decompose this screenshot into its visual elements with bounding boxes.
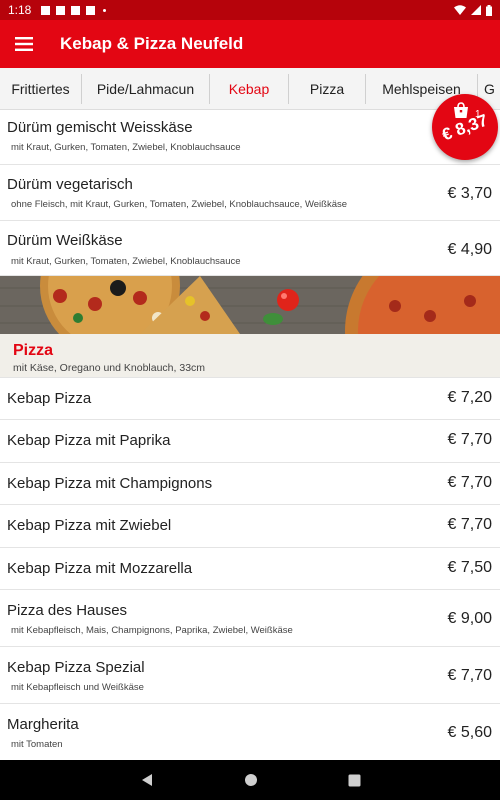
system-navigation-bar — [0, 760, 500, 800]
item-description: mit Tomaten — [11, 739, 63, 750]
item-description: mit Kebapfleisch, Mais, Champignons, Pap… — [11, 625, 293, 636]
item-price: € 9,00 — [447, 610, 492, 627]
item-price: € 7,70 — [447, 474, 492, 491]
item-description: mit Kraut, Gurken, Tomaten, Zwiebel, Kno… — [11, 256, 241, 267]
status-bar: 1:18 — [0, 0, 500, 20]
item-name: Dürüm gemischt Weisskäse — [7, 119, 193, 136]
recents-icon[interactable] — [348, 774, 361, 787]
item-name: Pizza des Hauses — [7, 602, 128, 619]
wifi-icon — [454, 5, 466, 15]
item-description: mit Kraut, Gurken, Tomaten, Zwiebel, Kno… — [11, 142, 241, 153]
item-name: Kebap Pizza mit Mozzarella — [7, 560, 193, 577]
notification-icons — [41, 5, 107, 15]
tab-pide-lahmacun[interactable]: Pide/Lahmacun — [82, 73, 210, 104]
item-name: Kebap Pizza mit Zwiebel — [7, 517, 172, 534]
more-notifications-icon — [103, 8, 107, 12]
pizza-banner-image — [0, 276, 500, 334]
menu-item[interactable]: Dürüm Weißkäse mit Kraut, Gurken, Tomate… — [0, 221, 500, 276]
item-price: € 3,70 — [447, 185, 492, 202]
menu-button[interactable] — [0, 20, 48, 68]
category-tabs: Frittiertes Pide/Lahmacun Kebap Pizza Me… — [0, 68, 500, 110]
tab-frittiertes[interactable]: Frittiertes — [0, 73, 82, 104]
item-name: Kebap Pizza mit Champignons — [7, 475, 213, 492]
section-description: mit Käse, Oregano und Knoblauch, 33cm — [13, 362, 206, 374]
signal-icon — [471, 5, 481, 15]
tab-kebap[interactable]: Kebap — [210, 73, 289, 104]
item-name: Kebap Pizza Spezial — [7, 659, 145, 676]
menu-item[interactable]: Margherita mit Tomaten € 5,60 — [0, 704, 500, 761]
home-icon[interactable] — [244, 773, 258, 787]
menu-item[interactable]: Kebap Pizza mit Mozzarella € 7,50 — [0, 548, 500, 590]
hamburger-menu-icon — [15, 37, 33, 51]
cart-button[interactable]: 1 € 8,37 — [432, 94, 498, 160]
item-price: € 7,70 — [447, 431, 492, 448]
menu-item[interactable]: Kebap Pizza mit Zwiebel € 7,70 — [0, 505, 500, 548]
item-price: € 4,90 — [447, 241, 492, 258]
item-price: € 7,50 — [447, 559, 492, 576]
notification-icon — [71, 5, 81, 15]
app-bar: Kebap & Pizza Neufeld — [0, 20, 500, 68]
menu-item[interactable]: Kebap Pizza mit Champignons € 7,70 — [0, 463, 500, 505]
menu-item[interactable]: Dürüm gemischt Weisskäse mit Kraut, Gurk… — [0, 110, 500, 165]
item-name: Kebap Pizza — [7, 390, 92, 407]
menu-item[interactable]: Kebap Pizza € 7,20 — [0, 378, 500, 420]
status-time: 1:18 — [8, 3, 32, 17]
item-name: Dürüm vegetarisch — [7, 176, 133, 193]
notification-icon — [86, 5, 96, 15]
back-icon[interactable] — [140, 773, 154, 787]
menu-item[interactable]: Kebap Pizza mit Paprika € 7,70 — [0, 420, 500, 463]
menu-item[interactable]: Pizza des Hauses mit Kebapfleisch, Mais,… — [0, 590, 500, 647]
section-title: Pizza — [13, 342, 54, 359]
item-price: € 5,60 — [447, 724, 492, 741]
item-price: € 7,70 — [447, 667, 492, 684]
item-name: Kebap Pizza mit Paprika — [7, 432, 171, 449]
battery-icon — [486, 4, 492, 16]
item-description: ohne Fleisch, mit Kraut, Gurken, Tomaten… — [11, 199, 348, 210]
menu-item[interactable]: Dürüm vegetarisch ohne Fleisch, mit Krau… — [0, 165, 500, 221]
item-name: Margherita — [7, 716, 79, 733]
item-name: Dürüm Weißkäse — [7, 232, 123, 249]
app-title: Kebap & Pizza Neufeld — [60, 34, 244, 53]
pizza-photo — [0, 276, 500, 334]
menu-list: Dürüm gemischt Weisskäse mit Kraut, Gurk… — [0, 110, 500, 761]
menu-item[interactable]: Kebap Pizza Spezial mit Kebapfleisch und… — [0, 647, 500, 704]
tab-pizza[interactable]: Pizza — [289, 73, 366, 104]
item-description: mit Kebapfleisch und Weißkäse — [11, 682, 144, 693]
pizza-section-header: Pizza mit Käse, Oregano und Knoblauch, 3… — [0, 334, 500, 378]
notification-icon — [41, 5, 51, 15]
item-price: € 7,70 — [447, 516, 492, 533]
item-price: € 7,20 — [447, 389, 492, 406]
notification-icon — [56, 5, 66, 15]
